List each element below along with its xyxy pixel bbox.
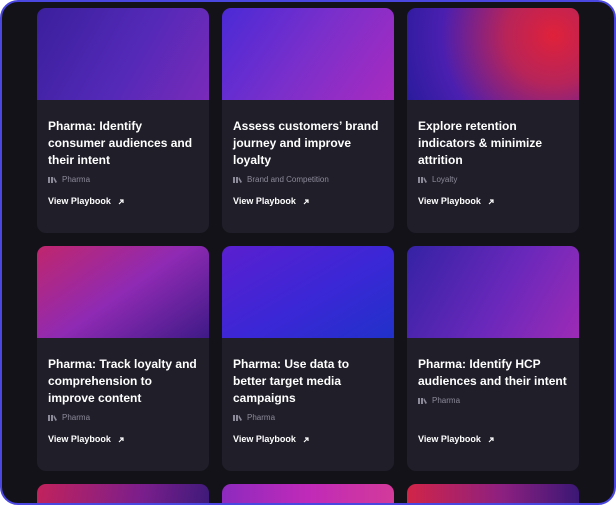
card-title: Pharma: Identify HCP audiences and their… (418, 357, 567, 388)
card-title: Pharma: Identify consumer audiences and … (48, 119, 193, 167)
arrow-up-right-icon (488, 198, 494, 204)
playbook-card[interactable]: Explore retention indicators & minimize … (407, 8, 579, 233)
card-title: Pharma: Use data to better target media … (233, 357, 350, 405)
card-tag: Loyalty (418, 175, 568, 184)
playbook-card[interactable] (407, 484, 579, 503)
card-title: Assess customers’ brand journey and impr… (233, 119, 379, 167)
playbook-card[interactable]: Pharma: Identify consumer audiences and … (37, 8, 209, 233)
card-thumbnail (37, 8, 209, 100)
card-thumbnail (407, 246, 579, 338)
category-tag-icon (233, 415, 242, 421)
card-title: Explore retention indicators & minimize … (418, 119, 543, 167)
card-tag-label: Pharma (247, 413, 276, 422)
category-tag-icon (418, 177, 427, 183)
card-tag-label: Pharma (62, 175, 91, 184)
view-playbook-label: View Playbook (233, 434, 296, 444)
card-tag-label: Brand and Competition (247, 175, 329, 184)
card-title: Pharma: Track loyalty and comprehension … (48, 357, 197, 405)
card-tag: Pharma (233, 413, 383, 422)
card-thumbnail (222, 484, 394, 503)
arrow-up-right-icon (303, 436, 309, 442)
card-tag: Pharma (418, 396, 568, 405)
card-tag: Brand and Competition (233, 175, 383, 184)
view-playbook-label: View Playbook (418, 434, 481, 444)
view-playbook-label: View Playbook (48, 196, 111, 206)
playbook-card[interactable]: Pharma: Identify HCP audiences and their… (407, 246, 579, 471)
playbook-card[interactable] (222, 484, 394, 503)
view-playbook-label: View Playbook (48, 434, 111, 444)
card-tag: Pharma (48, 175, 198, 184)
arrow-up-right-icon (118, 198, 124, 204)
view-playbook-link[interactable]: View Playbook (418, 196, 495, 207)
playbook-card[interactable]: Pharma: Track loyalty and comprehension … (37, 246, 209, 471)
card-tag-label: Pharma (432, 396, 461, 405)
card-tag-label: Loyalty (432, 175, 458, 184)
card-thumbnail (37, 484, 209, 503)
playbook-card[interactable]: Assess customers’ brand journey and impr… (222, 8, 394, 233)
view-playbook-link[interactable]: View Playbook (48, 196, 125, 207)
category-tag-icon (48, 415, 57, 421)
playbook-card[interactable]: Pharma: Use data to better target media … (222, 246, 394, 471)
view-playbook-link[interactable]: View Playbook (48, 434, 125, 445)
card-thumbnail (222, 246, 394, 338)
card-thumbnail (407, 8, 579, 100)
playbook-grid: Pharma: Identify consumer audiences and … (37, 8, 579, 503)
card-tag: Pharma (48, 413, 198, 422)
arrow-up-right-icon (303, 198, 309, 204)
view-playbook-link[interactable]: View Playbook (233, 196, 310, 207)
view-playbook-link[interactable]: View Playbook (233, 434, 310, 445)
arrow-up-right-icon (118, 436, 124, 442)
view-playbook-link[interactable]: View Playbook (418, 434, 495, 445)
card-thumbnail (222, 8, 394, 100)
arrow-up-right-icon (488, 436, 494, 442)
card-thumbnail (407, 484, 579, 503)
category-tag-icon (233, 177, 242, 183)
view-playbook-label: View Playbook (233, 196, 296, 206)
playbook-gallery: Pharma: Identify consumer audiences and … (0, 0, 616, 505)
view-playbook-label: View Playbook (418, 196, 481, 206)
card-thumbnail (37, 246, 209, 338)
playbook-card[interactable] (37, 484, 209, 503)
category-tag-icon (48, 177, 57, 183)
category-tag-icon (418, 398, 427, 404)
card-tag-label: Pharma (62, 413, 91, 422)
